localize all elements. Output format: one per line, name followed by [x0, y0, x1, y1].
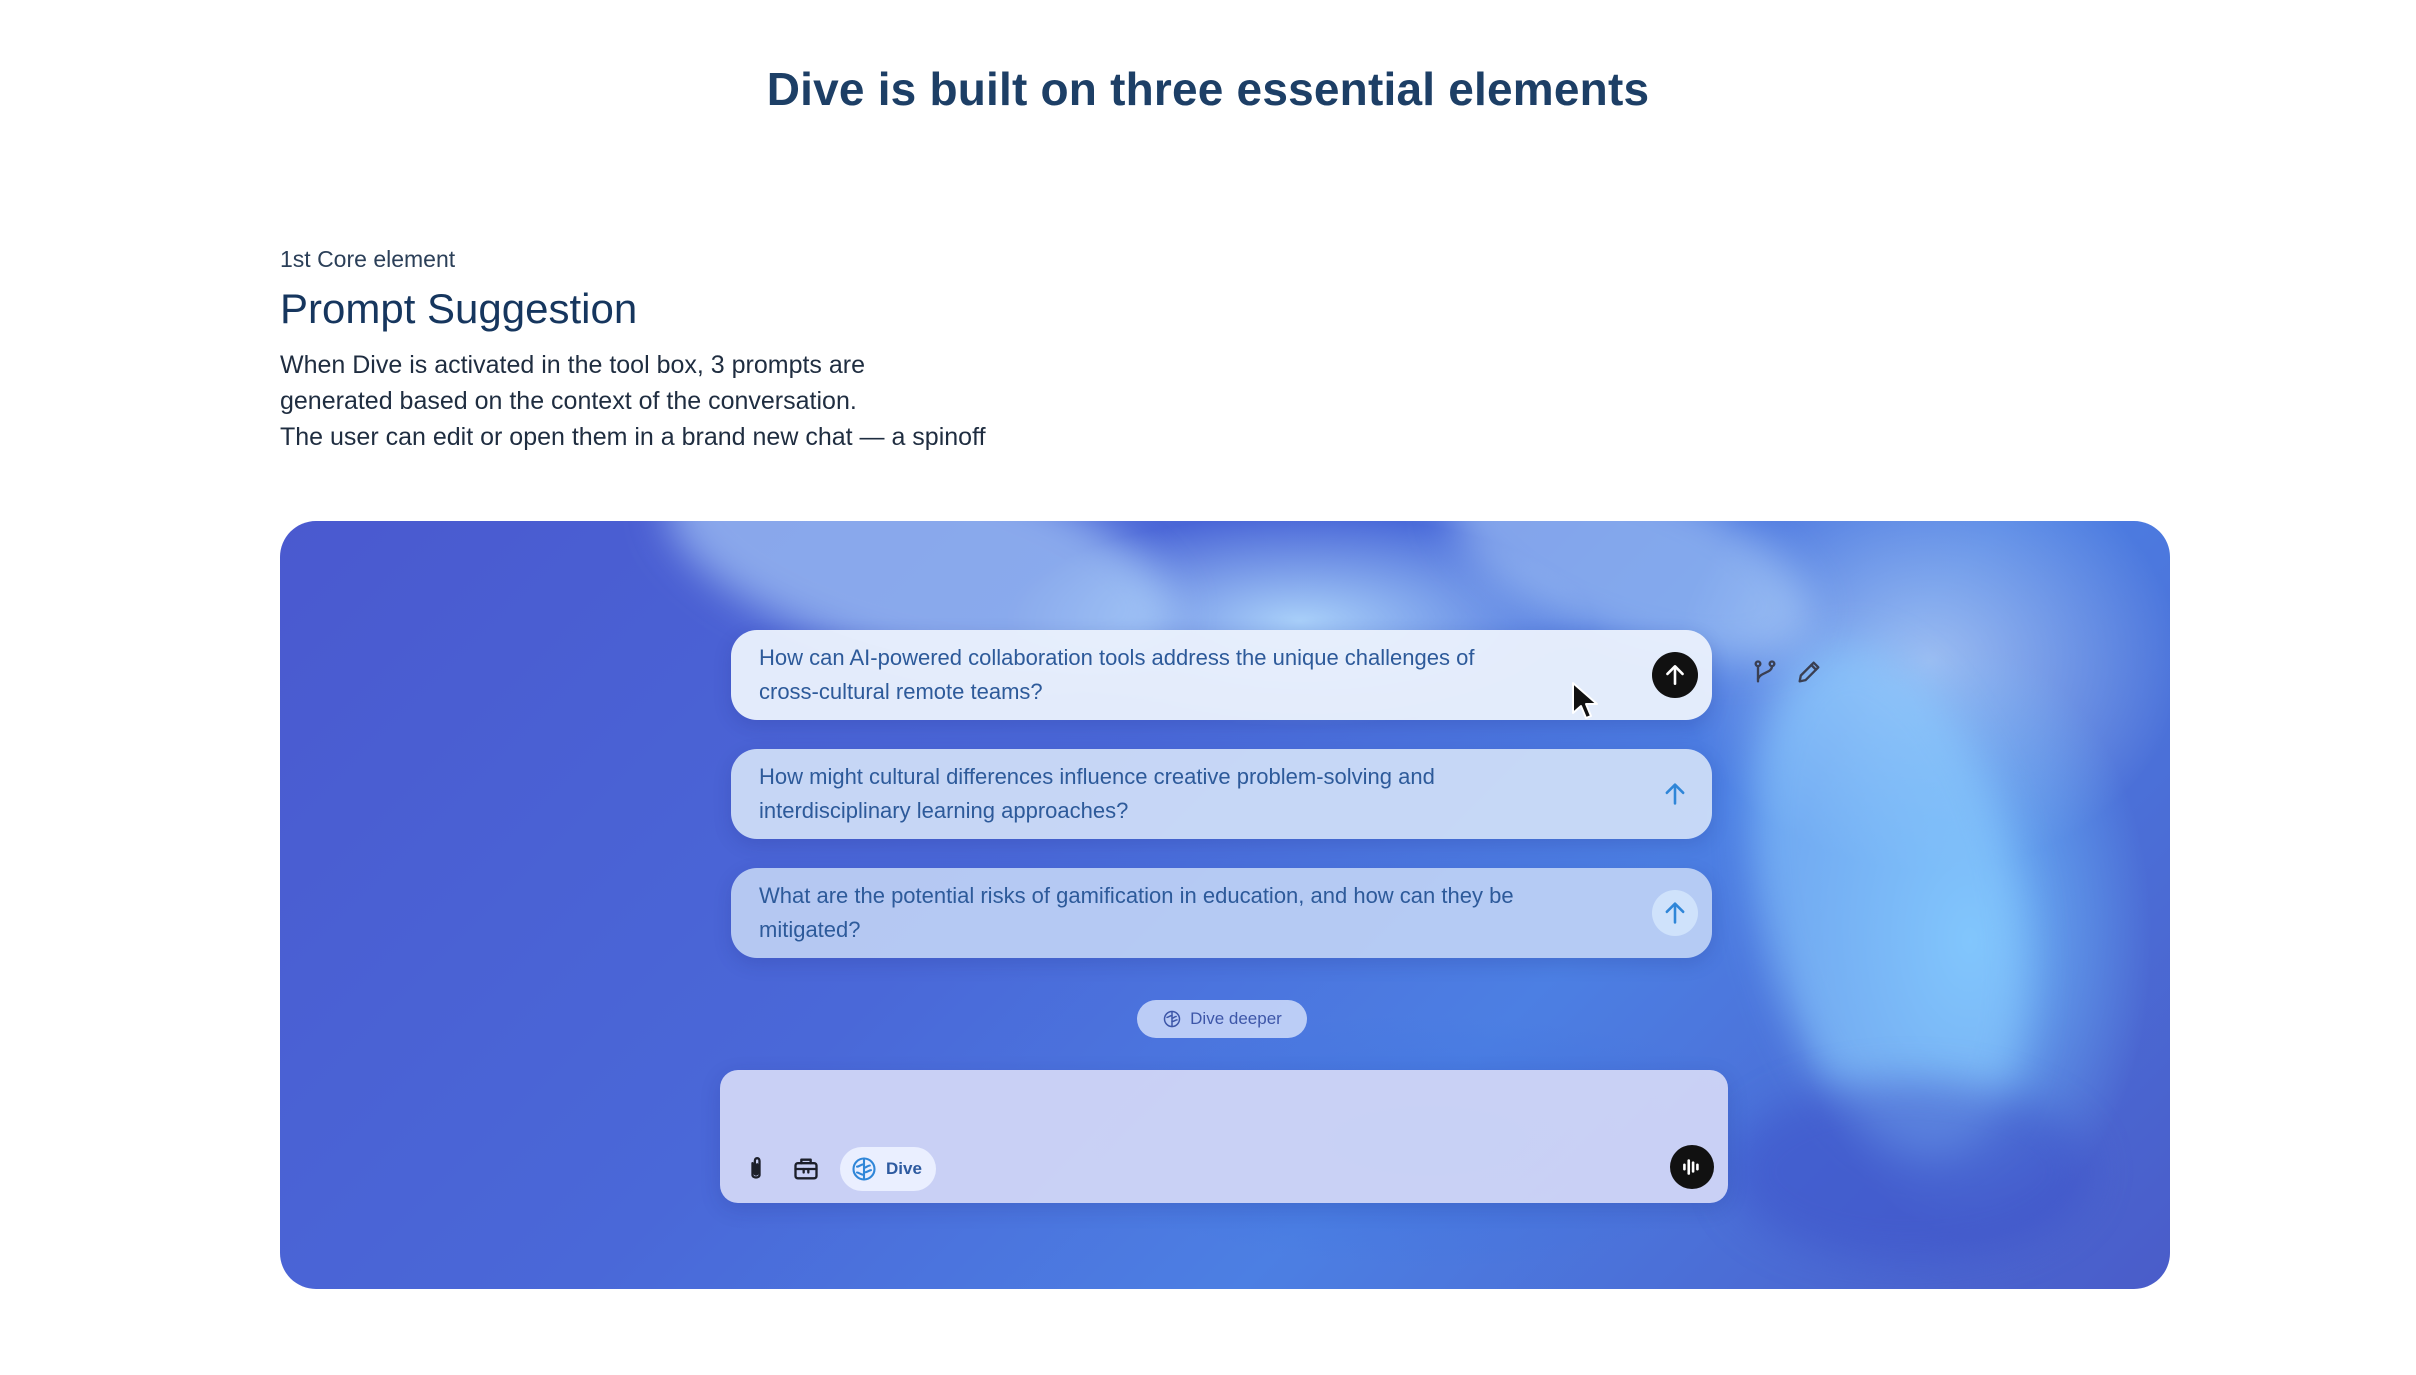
- message-composer[interactable]: Dive: [720, 1070, 1728, 1203]
- pencil-icon[interactable]: [1794, 657, 1824, 687]
- arrow-up-icon: [1665, 783, 1685, 805]
- brain-icon: [852, 1157, 876, 1181]
- suggestion-text: How can AI-powered collaboration tools a…: [759, 641, 1474, 709]
- section-eyebrow: 1st Core element: [280, 246, 456, 272]
- section-heading: Prompt Suggestion: [280, 285, 638, 332]
- suggestion-text: What are the potential risks of gamifica…: [759, 879, 1514, 947]
- page-title: Dive is built on three essential element…: [766, 63, 1650, 115]
- arrow-up-icon: [1666, 665, 1684, 685]
- suggestion-line: What are the potential risks of gamifica…: [759, 883, 1514, 908]
- description-line: generated based on the context of the co…: [280, 387, 857, 415]
- dive-deeper-label: Dive deeper: [1190, 1009, 1282, 1028]
- demo-stage: How can AI-powered collaboration tools a…: [280, 521, 2170, 1289]
- dive-deeper-button[interactable]: Dive deeper: [1137, 1000, 1307, 1038]
- suggestion-line: cross-cultural remote teams?: [759, 679, 1043, 704]
- voice-waveform-icon: [1683, 1159, 1699, 1175]
- background-swirl: [1730, 1081, 2090, 1261]
- send-suggestion-button[interactable]: [1652, 890, 1698, 936]
- paperclip-icon[interactable]: [740, 1153, 772, 1185]
- section-description: When Dive is activated in the tool box, …: [280, 347, 1180, 455]
- mouse-cursor-icon: [1572, 682, 1598, 719]
- suggestion-line: mitigated?: [759, 917, 861, 942]
- branch-icon[interactable]: [1750, 657, 1780, 687]
- send-suggestion-button[interactable]: [1652, 771, 1698, 817]
- send-suggestion-button[interactable]: [1652, 652, 1698, 698]
- prompt-suggestion[interactable]: What are the potential risks of gamifica…: [731, 868, 1712, 958]
- page: Dive is built on three essential element…: [0, 0, 2416, 1375]
- arrow-up-icon: [1665, 902, 1685, 924]
- suggestion-text: How might cultural differences influence…: [759, 760, 1435, 828]
- voice-input-button[interactable]: [1670, 1145, 1714, 1189]
- suggestion-line: How might cultural differences influence…: [759, 764, 1435, 789]
- intro-section: 1st Core element Prompt Suggestion When …: [280, 246, 1180, 455]
- prompt-suggestion[interactable]: How might cultural differences influence…: [731, 749, 1712, 839]
- suggestion-line: How can AI-powered collaboration tools a…: [759, 645, 1475, 670]
- toolbox-icon[interactable]: [790, 1153, 822, 1185]
- suggestion-side-tools: [1750, 657, 1824, 687]
- dive-toggle-button[interactable]: Dive: [840, 1147, 936, 1191]
- prompt-suggestion[interactable]: How can AI-powered collaboration tools a…: [731, 630, 1712, 720]
- composer-toolbar: Dive: [740, 1147, 936, 1191]
- description-line: The user can edit or open them in a bran…: [280, 423, 986, 451]
- dive-chip-label: Dive: [886, 1159, 922, 1178]
- suggestion-line: interdisciplinary learning approaches?: [759, 798, 1129, 823]
- description-line: When Dive is activated in the tool box, …: [280, 351, 866, 379]
- brain-icon: [1163, 1010, 1181, 1028]
